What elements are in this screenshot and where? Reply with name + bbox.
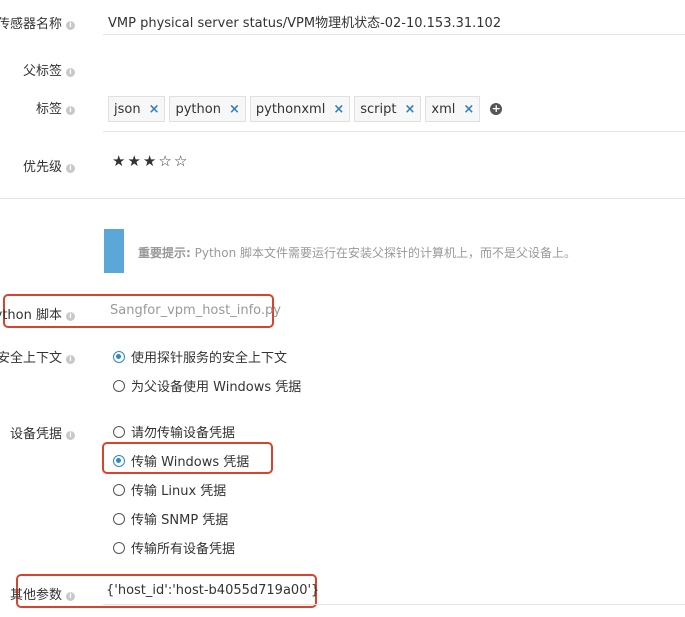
remove-tag-icon[interactable]: × <box>463 102 474 117</box>
device-credentials-option[interactable]: 传输 SNMP 凭据 <box>113 509 228 528</box>
radio-selected-icon[interactable] <box>113 350 125 363</box>
tags-label: 标签 i <box>36 98 75 117</box>
tags-input[interactable]: json × python × pythonxml × script × xml × + <box>108 96 503 124</box>
device-credentials-option[interactable]: 传输 Windows 凭据 <box>113 451 249 470</box>
radio-selected-icon[interactable] <box>113 454 125 467</box>
python-script-value[interactable]: Sangfor_vpm_host_info.py <box>110 303 281 318</box>
remove-tag-icon[interactable]: × <box>229 102 240 117</box>
divider <box>103 34 685 35</box>
tag-chip: pythonxml × <box>249 96 351 122</box>
sensor-name-label: 传感器名称 i <box>0 13 75 32</box>
security-context-label: 安全上下文 i <box>0 347 75 366</box>
star-filled-icon[interactable]: ★ <box>127 152 140 170</box>
tag-chip: xml × <box>425 96 481 122</box>
radio-icon[interactable] <box>113 483 125 496</box>
remove-tag-icon[interactable]: × <box>404 102 415 117</box>
tag-label: python <box>175 101 221 117</box>
parent-tags-label: 父标签 i <box>23 60 75 79</box>
sensor-name-input[interactable]: VMP physical server status/VPM物理机状态-02-1… <box>108 12 501 31</box>
star-empty-icon[interactable]: ☆ <box>174 152 187 170</box>
radio-icon[interactable] <box>113 425 125 438</box>
info-icon: i <box>66 68 75 77</box>
notice-bar <box>104 229 124 273</box>
info-icon: i <box>66 355 75 364</box>
tag-chip: json × <box>108 96 166 122</box>
info-icon: i <box>66 431 75 440</box>
star-empty-icon[interactable]: ☆ <box>158 152 171 170</box>
radio-icon[interactable] <box>113 541 125 554</box>
tag-label: xml <box>431 101 456 117</box>
info-icon: i <box>66 106 75 115</box>
info-icon: i <box>66 312 75 321</box>
tag-label: json <box>114 101 141 117</box>
python-script-label: Python 脚本i <box>0 304 75 323</box>
priority-label: 优先级 i <box>23 156 75 175</box>
remove-tag-icon[interactable]: × <box>149 102 160 117</box>
device-credentials-option[interactable]: 传输所有设备凭据 <box>113 538 235 557</box>
device-credentials-label: 设备凭据 i <box>10 423 75 442</box>
device-credentials-option[interactable]: 传输 Linux 凭据 <box>113 480 226 499</box>
info-icon: i <box>66 164 75 173</box>
divider <box>103 131 685 132</box>
radio-icon[interactable] <box>113 512 125 525</box>
security-context-option[interactable]: 使用探针服务的安全上下文 <box>113 347 287 366</box>
tag-chip: script × <box>354 96 422 122</box>
notice-title: 重要提示: <box>138 246 191 260</box>
other-params-input[interactable]: {'host_id':'host-b4055d719a00'} <box>106 583 319 598</box>
remove-tag-icon[interactable]: × <box>333 102 344 117</box>
device-credentials-option[interactable]: 请勿传输设备凭据 <box>113 422 235 441</box>
priority-stars[interactable]: ★ ★ ★ ☆ ☆ <box>112 152 189 170</box>
tag-label: pythonxml <box>255 101 326 117</box>
other-params-label: 其他参数 i <box>10 584 75 603</box>
radio-icon[interactable] <box>113 379 125 392</box>
info-icon: i <box>66 21 75 30</box>
tag-chip: python × <box>169 96 246 122</box>
section-divider <box>0 198 685 199</box>
security-context-option[interactable]: 为父设备使用 Windows 凭据 <box>113 376 301 395</box>
tag-label: script <box>360 101 397 117</box>
notice-body: Python 脚本文件需要运行在安装父探针的计算机上，而不是父设备上。 <box>190 246 577 260</box>
info-icon: i <box>66 592 75 601</box>
divider <box>103 604 685 605</box>
notice-text: 重要提示: Python 脚本文件需要运行在安装父探针的计算机上，而不是父设备上… <box>138 244 576 261</box>
star-filled-icon[interactable]: ★ <box>143 152 156 170</box>
star-filled-icon[interactable]: ★ <box>112 152 125 170</box>
add-tag-icon[interactable]: + <box>490 103 503 115</box>
